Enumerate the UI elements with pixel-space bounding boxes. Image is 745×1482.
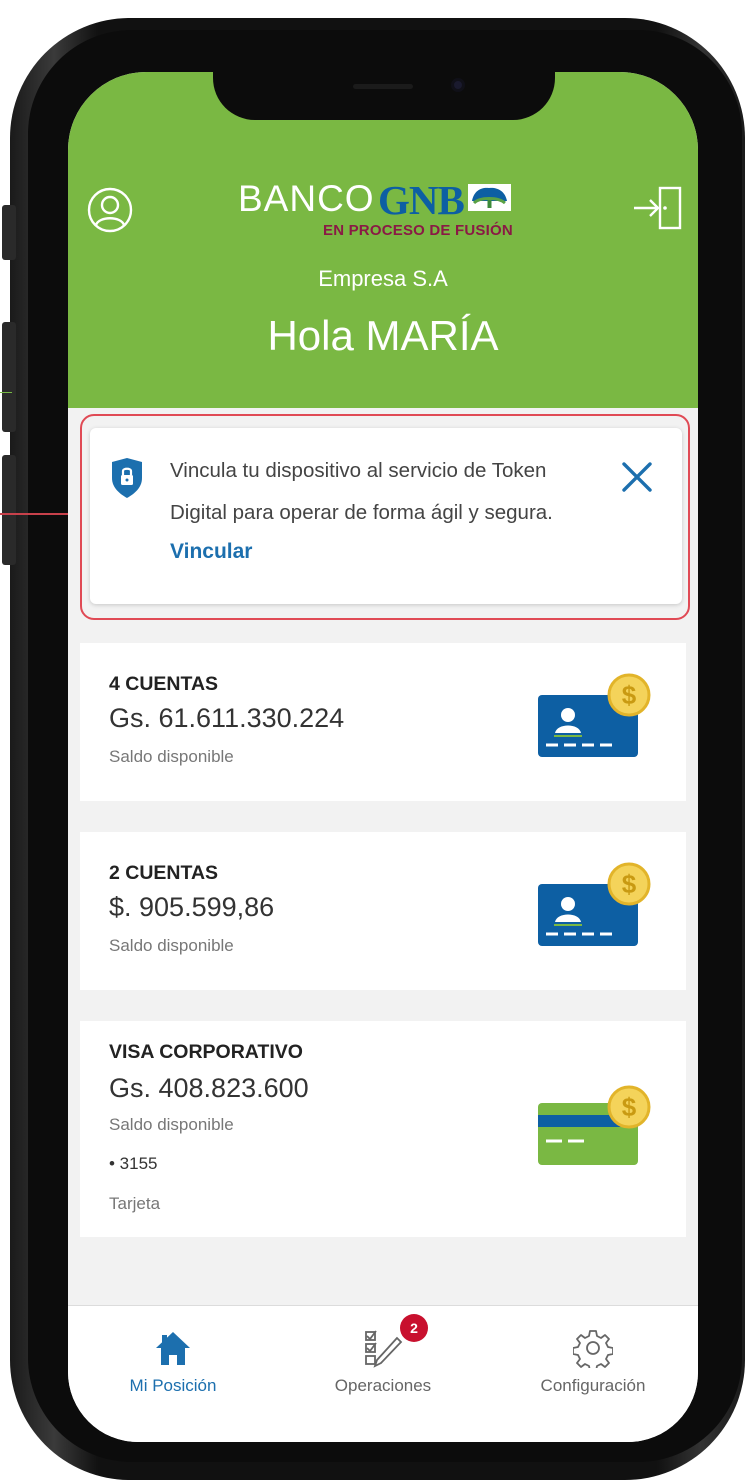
phone-screen: BANCO GNB EN PROCESO DE FUSIÓN Empresa S… xyxy=(68,72,698,1442)
card-number: • 3155 xyxy=(109,1154,158,1173)
token-banner: Vincula tu dispositivo al servicio de To… xyxy=(90,428,682,604)
credit-card-icon: $ xyxy=(538,1085,651,1165)
account-title: 4 CUENTAS xyxy=(109,673,219,695)
account-title: 2 CUENTAS xyxy=(109,862,219,884)
svg-text:$: $ xyxy=(622,869,637,899)
phone-side-button xyxy=(2,205,16,260)
logo-tree-icon xyxy=(468,184,511,211)
close-banner-button[interactable] xyxy=(618,458,656,496)
logout-door-icon xyxy=(634,186,682,230)
card-amount: Gs. 408.823.600 xyxy=(109,1073,309,1103)
account-subtitle: Saldo disponible xyxy=(109,936,234,955)
annotation-line-green xyxy=(0,392,12,393)
account-subtitle: Saldo disponible xyxy=(109,747,234,766)
card-title: VISA CORPORATIVO xyxy=(109,1041,303,1063)
home-icon xyxy=(156,1332,190,1365)
bottom-navigation: Mi Posición 2 Operaciones Configuración xyxy=(68,1305,698,1442)
token-banner-message: Vincula tu dispositivo al servicio de To… xyxy=(170,459,553,524)
nav-configuracion[interactable]: Configuración xyxy=(488,1306,698,1416)
card-subtitle: Saldo disponible xyxy=(109,1115,234,1134)
account-card-icon: $ xyxy=(538,862,651,946)
account-amount: $. 905.599,86 xyxy=(109,892,275,922)
phone-notch xyxy=(213,72,555,120)
nav-mi-posicion[interactable]: Mi Posición xyxy=(68,1306,278,1416)
bank-logo: BANCO GNB EN PROCESO DE FUSIÓN xyxy=(238,177,538,240)
operations-count-badge: 2 xyxy=(400,1314,428,1342)
nav-label: Operaciones xyxy=(334,1376,432,1395)
account-card-icon: $ xyxy=(538,673,651,757)
profile-button[interactable] xyxy=(86,186,134,234)
logo-gnb-text: GNB xyxy=(378,177,465,223)
svg-text:$: $ xyxy=(622,1092,637,1122)
credit-card-visa-corporativo[interactable]: VISA CORPORATIVO Gs. 408.823.600 Saldo d… xyxy=(80,1021,686,1237)
app-header: BANCO GNB EN PROCESO DE FUSIÓN Empresa S… xyxy=(68,72,698,408)
logout-button[interactable] xyxy=(630,182,686,238)
account-card-guaranies[interactable]: 4 CUENTAS Gs. 61.611.330.224 Saldo dispo… xyxy=(80,643,686,801)
svg-text:$: $ xyxy=(622,680,637,710)
speaker-grille xyxy=(353,84,413,89)
card-label: Tarjeta xyxy=(109,1194,161,1213)
logo-subtitle: EN PROCESO DE FUSIÓN xyxy=(323,222,513,239)
nav-label: Configuración xyxy=(540,1376,646,1395)
nav-operaciones[interactable]: 2 Operaciones xyxy=(278,1306,488,1416)
user-circle-icon xyxy=(87,187,133,233)
greeting-title: Hola MARÍA xyxy=(267,312,499,359)
gear-icon xyxy=(573,1330,613,1368)
logo-banco-text: BANCO xyxy=(238,178,375,219)
phone-volume-up xyxy=(2,322,16,432)
account-amount: Gs. 61.611.330.224 xyxy=(109,703,345,733)
close-icon xyxy=(622,462,652,492)
vincular-link[interactable]: Vincular xyxy=(170,540,252,564)
account-card-dollars[interactable]: 2 CUENTAS $. 905.599,86 Saldo disponible… xyxy=(80,832,686,990)
nav-label: Mi Posición xyxy=(129,1376,217,1395)
company-name: Empresa S.A xyxy=(318,266,448,291)
phone-volume-down xyxy=(2,455,16,565)
operations-checklist-icon xyxy=(365,1330,403,1368)
front-camera xyxy=(451,78,465,92)
shield-lock-icon xyxy=(112,458,142,498)
